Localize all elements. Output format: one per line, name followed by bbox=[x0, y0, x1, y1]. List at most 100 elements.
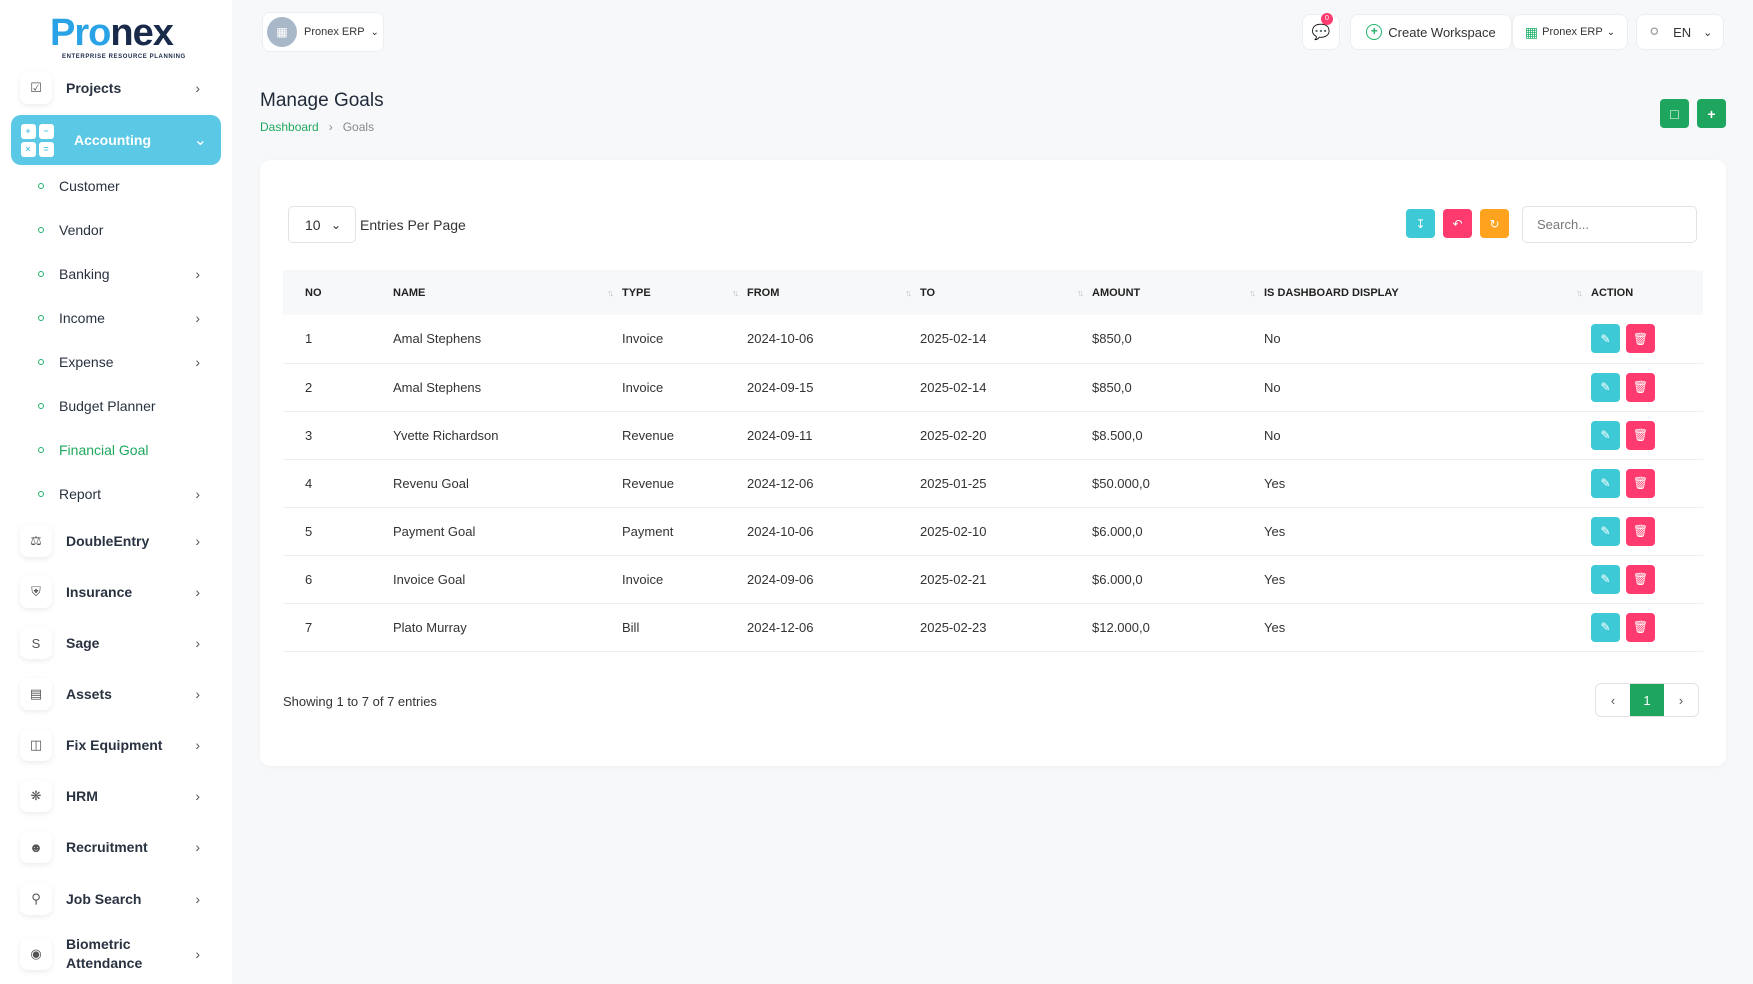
cell-to: 2025-02-10 bbox=[920, 523, 987, 539]
column-header-to[interactable]: TO ↑↓ bbox=[920, 270, 1092, 315]
chevron-right-icon: › bbox=[195, 80, 200, 96]
language-selector[interactable]: ⚪ EN ⌄ bbox=[1636, 14, 1724, 50]
chevron-right-icon: › bbox=[328, 120, 333, 134]
goals-table: NO NAME ↑↓ TYPE ↑↓ FROM ↑↓ TO ↑↓ AMOUNT ↑↓ IS… bbox=[283, 270, 1703, 652]
bullet-icon bbox=[38, 403, 44, 409]
sidebar-item-projects[interactable]: ☑ Projects › bbox=[20, 68, 212, 108]
sidebar-item-biometric-attendance[interactable]: ◉ Biometric Attendance › bbox=[20, 934, 212, 974]
cell-to: 2025-02-20 bbox=[920, 427, 987, 443]
download-button[interactable]: ↧ bbox=[1406, 209, 1435, 238]
page-button-current[interactable]: 1 bbox=[1630, 684, 1664, 716]
network-icon: ❋ bbox=[20, 780, 52, 812]
sidebar-subitem-vendor[interactable]: Vendor bbox=[38, 218, 208, 242]
delete-button[interactable]: 🗑 bbox=[1626, 420, 1655, 450]
sidebar-item-label: Projects bbox=[66, 79, 122, 96]
cell-dashboard-display: Yes bbox=[1264, 523, 1286, 539]
column-header-amount[interactable]: AMOUNT ↑↓ bbox=[1092, 270, 1264, 315]
delete-button[interactable]: 🗑 bbox=[1626, 516, 1655, 546]
messages-button[interactable]: 💬 0 bbox=[1302, 13, 1340, 50]
prev-page-button[interactable]: ‹ bbox=[1596, 684, 1630, 716]
notification-badge: 0 bbox=[1321, 13, 1333, 25]
chevron-down-icon: ⌄ bbox=[1703, 26, 1713, 39]
export-file-button[interactable]: □ bbox=[1660, 99, 1689, 128]
sidebar-subitem-label: Financial Goal bbox=[59, 442, 149, 458]
entries-per-page-select[interactable]: 10 ⌄ bbox=[288, 206, 356, 243]
sidebar-item-insurance[interactable]: ⛨ Insurance › bbox=[20, 572, 212, 612]
cell-name: Plato Murray bbox=[393, 619, 467, 635]
bullet-icon bbox=[38, 491, 44, 497]
cell-from: 2024-12-06 bbox=[747, 619, 814, 635]
sidebar-item-label: Fix Equipment bbox=[66, 736, 163, 753]
table-row: 2 Amal Stephens Invoice 2024-09-15 2025-… bbox=[283, 363, 1703, 411]
cell-actions: ✎ 🗑 bbox=[1591, 459, 1703, 507]
sidebar-item-recruitment[interactable]: ☻ Recruitment › bbox=[20, 827, 212, 867]
edit-button[interactable]: ✎ bbox=[1591, 372, 1620, 402]
column-header-no[interactable]: NO bbox=[283, 270, 371, 315]
sidebar-subitem-label: Expense bbox=[59, 354, 114, 370]
plus-icon: + bbox=[1707, 105, 1716, 122]
delete-button[interactable]: 🗑 bbox=[1626, 468, 1655, 498]
refresh-button[interactable]: ↻ bbox=[1480, 209, 1509, 238]
chevron-right-icon: › bbox=[195, 946, 200, 962]
pagination: ‹ 1 › bbox=[1595, 683, 1699, 717]
sidebar-item-assets[interactable]: ▤ Assets › bbox=[20, 674, 212, 714]
undo-button[interactable]: ↶ bbox=[1443, 209, 1472, 238]
table-row: 3 Yvette Richardson Revenue 2024-09-11 2… bbox=[283, 411, 1703, 459]
workspace-switcher[interactable]: ▦ Pronex ERP ⌄ bbox=[262, 12, 384, 52]
edit-button[interactable]: ✎ bbox=[1591, 516, 1620, 546]
chevron-down-icon: ⌄ bbox=[330, 217, 341, 232]
delete-button[interactable]: 🗑 bbox=[1626, 612, 1655, 642]
edit-button[interactable]: ✎ bbox=[1591, 420, 1620, 450]
next-page-button[interactable]: › bbox=[1664, 684, 1698, 716]
sidebar-item-sage[interactable]: S Sage › bbox=[20, 623, 212, 663]
delete-button[interactable]: 🗑 bbox=[1626, 564, 1655, 594]
sidebar-subitem-customer[interactable]: Customer bbox=[38, 174, 208, 198]
sidebar-subitem-expense[interactable]: Expense › bbox=[38, 350, 208, 374]
create-workspace-label: Create Workspace bbox=[1388, 24, 1496, 40]
breadcrumb-home-link[interactable]: Dashboard bbox=[260, 120, 319, 134]
bullet-icon bbox=[38, 359, 44, 365]
edit-button[interactable]: ✎ bbox=[1591, 468, 1620, 498]
sidebar-item-job-search[interactable]: ⚲ Job Search › bbox=[20, 879, 212, 919]
cell-from: 2024-10-06 bbox=[747, 331, 814, 347]
sidebar-item-fix-equipment[interactable]: ◫ Fix Equipment › bbox=[20, 725, 212, 765]
brand-logo[interactable]: Pronex ENTERPRISE RESOURCE PLANNING bbox=[50, 12, 185, 60]
cell-from: 2024-09-06 bbox=[747, 571, 814, 587]
table-row: 5 Payment Goal Payment 2024-10-06 2025-0… bbox=[283, 507, 1703, 555]
cell-actions: ✎ 🗑 bbox=[1591, 315, 1703, 363]
sort-icon: ↑↓ bbox=[1077, 287, 1084, 298]
sidebar-subitem-banking[interactable]: Banking › bbox=[38, 262, 208, 286]
column-header-is-dashboard-display[interactable]: IS DASHBOARD DISPLAY ↑↓ bbox=[1264, 270, 1591, 315]
create-workspace-button[interactable]: + Create Workspace bbox=[1350, 14, 1512, 50]
column-header-name[interactable]: NAME ↑↓ bbox=[371, 270, 622, 315]
sidebar-item-doubleentry[interactable]: ⚖ DoubleEntry › bbox=[20, 521, 212, 561]
edit-button[interactable]: ✎ bbox=[1591, 612, 1620, 642]
cell-to: 2025-02-14 bbox=[920, 379, 987, 395]
cell-type: Invoice bbox=[622, 571, 664, 587]
sidebar-item-accounting[interactable]: + − × = Accounting ⌄ bbox=[11, 115, 221, 165]
delete-button[interactable]: 🗑 bbox=[1626, 324, 1655, 354]
sidebar-subitem-budget-planner[interactable]: Budget Planner bbox=[38, 394, 208, 418]
cell-actions: ✎ 🗑 bbox=[1591, 603, 1703, 651]
shield-icon: ⛨ bbox=[20, 576, 52, 608]
sidebar-subitem-financial-goal[interactable]: Financial Goal bbox=[38, 438, 208, 462]
erp-menu-button[interactable]: ▦ Pronex ERP ⌄ bbox=[1512, 14, 1628, 50]
column-header-from[interactable]: FROM ↑↓ bbox=[747, 270, 920, 315]
delete-button[interactable]: 🗑 bbox=[1626, 372, 1655, 402]
sidebar-item-hrm[interactable]: ❋ HRM › bbox=[20, 776, 212, 816]
cell-name: Amal Stephens bbox=[393, 331, 482, 347]
chevron-down-icon: ⌄ bbox=[193, 132, 207, 149]
chevron-right-icon: › bbox=[195, 266, 200, 282]
add-goal-button[interactable]: + bbox=[1697, 99, 1726, 128]
chevron-right-icon: › bbox=[195, 533, 200, 549]
sidebar-subitem-report[interactable]: Report › bbox=[38, 482, 208, 506]
edit-button[interactable]: ✎ bbox=[1591, 324, 1620, 354]
edit-button[interactable]: ✎ bbox=[1591, 564, 1620, 594]
bullet-icon bbox=[38, 227, 44, 233]
column-header-type[interactable]: TYPE ↑↓ bbox=[622, 270, 747, 315]
sort-icon: ↑↓ bbox=[732, 287, 739, 298]
sidebar-subitem-income[interactable]: Income › bbox=[38, 306, 208, 330]
chevron-right-icon: › bbox=[195, 891, 200, 907]
fingerprint-icon: ◉ bbox=[20, 938, 52, 970]
search-input[interactable] bbox=[1522, 206, 1697, 243]
